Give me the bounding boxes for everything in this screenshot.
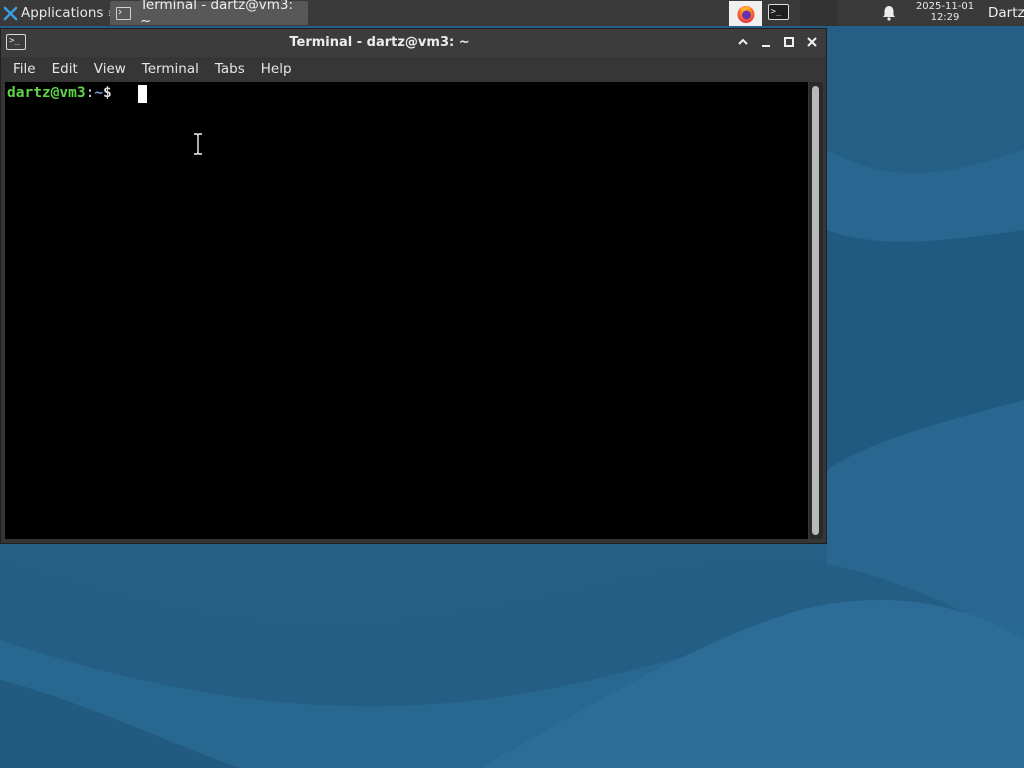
xfce-logo-icon [3,6,18,20]
prompt-path: ~ [94,85,104,101]
terminal-icon: >_ [767,4,789,20]
bell-icon[interactable] [880,4,898,22]
scrollbar[interactable] [809,82,823,539]
clock-time: 12:29 [930,12,960,23]
prompt-user-host: dartz@vm3 [7,85,86,101]
user-menu[interactable]: Dartz [988,5,1024,21]
firefox-launcher[interactable] [729,1,762,26]
prompt-colon: : [85,85,95,101]
prompt-line: dartz@vm3:~$ [7,83,112,103]
ibeam-cursor-icon [194,132,202,156]
applications-menu-button[interactable]: Applications ≡ [0,0,118,26]
menu-tabs[interactable]: Tabs [207,57,253,81]
terminal-window: >_ Terminal - dartz@vm3: ~ File Edit Vie… [0,28,827,544]
window-titlebar[interactable]: >_ Terminal - dartz@vm3: ~ [1,29,826,57]
menu-help[interactable]: Help [253,57,300,81]
terminal-launcher[interactable]: >_ [764,1,792,23]
maximize-button[interactable] [780,33,798,51]
firefox-icon [737,5,754,23]
applications-label: Applications [21,5,104,21]
minimize-button[interactable] [757,33,775,51]
prompt-symbol: $ [103,85,112,101]
scrollbar-thumb[interactable] [812,86,819,535]
shade-button[interactable] [734,33,752,51]
terminal-icon [116,6,131,20]
taskbar-button-terminal[interactable]: Terminal - dartz@vm3: ~ [110,0,308,29]
top-panel: Applications ≡ Terminal - dartz@vm3: ~ [0,0,1024,29]
menu-terminal[interactable]: Terminal [134,57,207,81]
menu-edit[interactable]: Edit [44,57,86,81]
close-button[interactable] [803,33,821,51]
window-title: Terminal - dartz@vm3: ~ [289,35,470,50]
panel-separator [800,0,838,26]
menu-view[interactable]: View [86,57,134,81]
menu-file[interactable]: File [1,57,44,81]
clock-date: 2025-11-01 [915,1,975,12]
menu-bar: File Edit View Terminal Tabs Help [1,57,826,81]
terminal-output-area[interactable]: dartz@vm3:~$ [5,82,808,539]
taskbar-button-label: Terminal - dartz@vm3: ~ [139,0,294,29]
text-cursor [138,85,147,103]
clock[interactable]: 2025-11-01 12:29 [908,1,982,23]
